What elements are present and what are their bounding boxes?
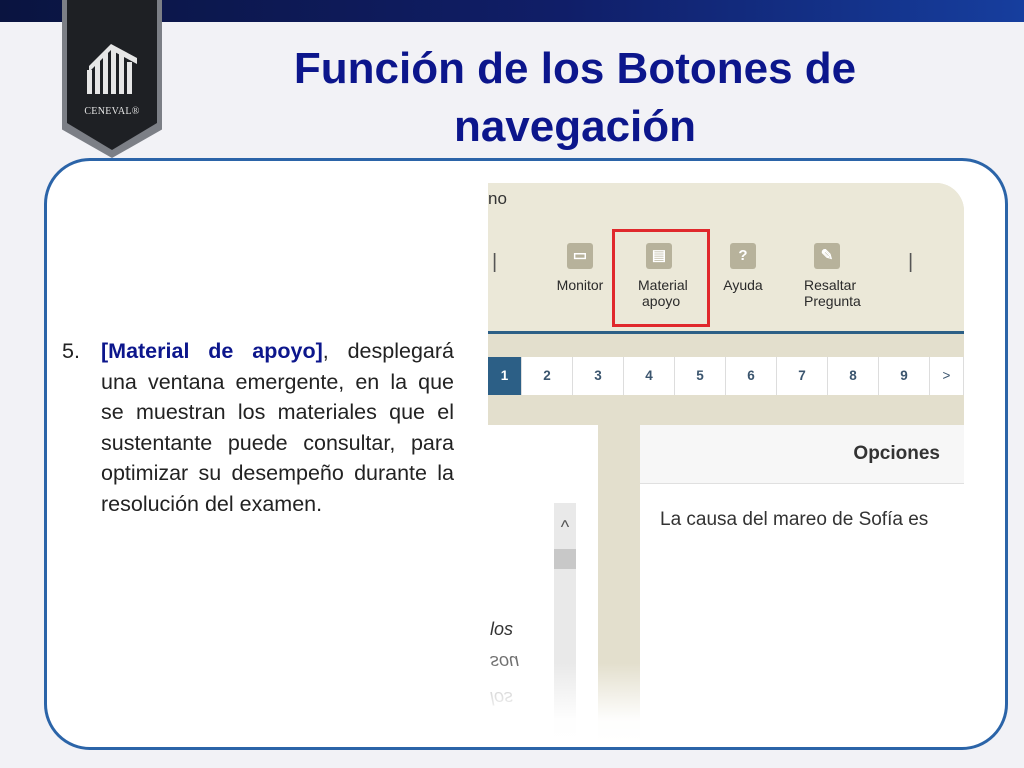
toolbar-divider <box>488 331 964 334</box>
page-1[interactable]: 1 <box>488 357 522 395</box>
ceneval-logo <box>67 0 157 150</box>
resaltar-pregunta-button[interactable]: ✎ Resaltar Pregunta <box>804 243 874 309</box>
page-2[interactable]: 2 <box>522 357 573 395</box>
passage-fragment-1: los <box>490 619 514 639</box>
help-icon: ? <box>730 243 756 269</box>
ayuda-label: Ayuda <box>723 277 763 293</box>
description-item: 5. [Material de apoyo], desplegará una v… <box>62 336 454 519</box>
highlighter-icon: ✎ <box>814 243 840 269</box>
page-next[interactable]: > <box>930 357 964 395</box>
ceneval-logo-icon <box>87 44 137 94</box>
ceneval-logo-text: CENEVAL® <box>84 106 140 117</box>
resaltar-label-line1: Resaltar <box>804 277 857 293</box>
page-9[interactable]: 9 <box>879 357 930 395</box>
options-title: Opciones <box>853 443 940 464</box>
question-pagination: 1 2 3 4 5 6 7 8 9 > <box>488 357 964 395</box>
menu-fragment: no <box>488 189 507 208</box>
toolbar-separator: | <box>492 251 498 273</box>
resaltar-label-line2: Pregunta <box>804 293 861 309</box>
item-number: 5. <box>62 339 80 363</box>
page-7[interactable]: 7 <box>777 357 828 395</box>
exam-screenshot: no | ▭ Monitor ▤ Material apoyo ? Ayuda … <box>488 183 964 743</box>
item-body: [Material de apoyo], desplegará una vent… <box>101 336 454 519</box>
monitor-icon: ▭ <box>567 243 593 269</box>
item-keyword: [Material de apoyo] <box>101 339 323 363</box>
page-5[interactable]: 5 <box>675 357 726 395</box>
page-6[interactable]: 6 <box>726 357 777 395</box>
question-stem: La causa del mareo de Sofía es <box>660 509 929 530</box>
monitor-button[interactable]: ▭ Monitor <box>554 243 606 293</box>
page-4[interactable]: 4 <box>624 357 675 395</box>
scroll-thumb[interactable] <box>554 549 576 569</box>
page-8[interactable]: 8 <box>828 357 879 395</box>
highlight-box <box>612 229 710 327</box>
exam-toolbar: no | ▭ Monitor ▤ Material apoyo ? Ayuda … <box>488 183 964 331</box>
reflection-fade <box>488 663 964 743</box>
item-text: , desplegará una ventana emergente, en l… <box>101 339 454 516</box>
ayuda-button[interactable]: ? Ayuda <box>720 243 766 293</box>
toolbar-separator-right: | <box>908 251 914 273</box>
options-header: Opciones <box>640 425 964 484</box>
page-3[interactable]: 3 <box>573 357 624 395</box>
slide-title: Función de los Botones de navegación <box>293 44 857 151</box>
scroll-up-icon[interactable]: ^ <box>554 517 576 538</box>
monitor-label: Monitor <box>556 277 604 293</box>
